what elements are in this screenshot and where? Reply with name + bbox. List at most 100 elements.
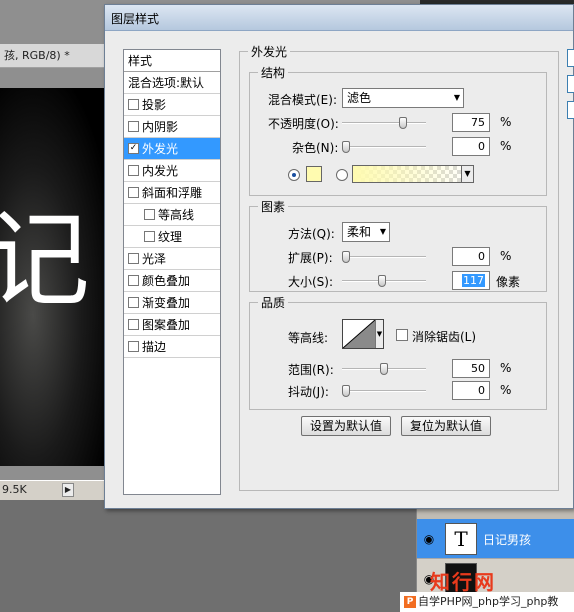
dialog-title: 图层样式 (111, 12, 160, 26)
style-list-item[interactable]: 渐变叠加 (124, 292, 220, 314)
style-list-header[interactable]: 样式 (124, 50, 220, 72)
slider-track (342, 122, 426, 124)
glow-color-swatch[interactable] (306, 166, 322, 182)
style-list-item-label: 内发光 (142, 164, 179, 178)
size-label: 大小(S): (288, 275, 334, 289)
doc-size-text: 9.5K (2, 483, 27, 496)
slider-thumb[interactable] (399, 117, 407, 129)
size-value: 117 (462, 274, 485, 287)
status-bar: 9.5K ▶ (0, 480, 110, 500)
checkbox-icon[interactable] (144, 231, 155, 242)
style-list-item-label: 外发光 (142, 142, 179, 156)
style-list-item-label: 描边 (142, 340, 167, 354)
style-list-item[interactable]: 斜面和浮雕 (124, 182, 220, 204)
size-slider[interactable] (342, 275, 426, 287)
slider-track (342, 390, 426, 392)
noise-slider[interactable] (342, 141, 426, 153)
opacity-slider[interactable] (342, 117, 426, 129)
range-slider[interactable] (342, 363, 426, 375)
style-list-item[interactable]: 内发光 (124, 160, 220, 182)
checkbox-icon[interactable] (128, 165, 139, 176)
style-list-item[interactable]: 混合选项:默认 (124, 72, 220, 94)
slider-thumb[interactable] (342, 141, 350, 153)
style-list-item[interactable]: 内阴影 (124, 116, 220, 138)
checkbox-icon[interactable] (128, 253, 139, 264)
jitter-input[interactable]: 0 (452, 381, 490, 400)
range-input[interactable]: 50 (452, 359, 490, 378)
cancel-button-edge[interactable] (567, 75, 574, 93)
style-list-item[interactable]: 图案叠加 (124, 314, 220, 336)
size-input[interactable]: 117 (452, 271, 490, 290)
ok-button-edge[interactable] (567, 49, 574, 67)
checkbox-icon[interactable] (128, 187, 139, 198)
contour-picker[interactable]: ▼ (342, 319, 384, 349)
opacity-label: 不透明度(O): (268, 117, 339, 131)
contour-label: 等高线: (288, 331, 329, 345)
checkbox-checked-icon[interactable]: ✓ (128, 143, 139, 154)
canvas-text: 记 (0, 199, 91, 321)
percent-unit: % (500, 139, 512, 153)
glow-gradient-picker[interactable]: ▼ (352, 165, 474, 183)
style-list-item[interactable]: 投影 (124, 94, 220, 116)
checkbox-icon[interactable] (128, 275, 139, 286)
style-list-item-label: 等高线 (158, 208, 195, 222)
structure-group: 结构 混合模式(E): 滤色 ▼ 不透明度(O): 75 % 杂色(N): 0 … (249, 64, 547, 196)
eye-icon[interactable]: ◉ (421, 531, 437, 547)
chevron-down-icon[interactable]: ▼ (375, 320, 383, 348)
slider-thumb[interactable] (342, 251, 350, 263)
technique-select[interactable]: 柔和 ▼ (342, 222, 390, 242)
blend-mode-value: 滤色 (347, 91, 372, 105)
percent-unit: % (500, 361, 512, 375)
spread-slider[interactable] (342, 251, 426, 263)
pixel-unit: 像素 (496, 275, 521, 289)
reset-default-button[interactable]: 复位为默认值 (401, 416, 491, 436)
slider-thumb[interactable] (377, 275, 386, 287)
slider-thumb[interactable] (380, 363, 388, 375)
slider-thumb[interactable] (342, 385, 350, 397)
noise-input[interactable]: 0 (452, 137, 490, 156)
spread-label: 扩展(P): (288, 251, 333, 265)
checkbox-icon[interactable] (128, 297, 139, 308)
checkbox-icon[interactable] (128, 99, 139, 110)
style-list-item[interactable]: 描边 (124, 336, 220, 358)
checkbox-icon[interactable] (128, 341, 139, 352)
checkbox-icon[interactable] (128, 121, 139, 132)
style-list-item[interactable]: 纹理 (124, 226, 220, 248)
elements-group: 图素 方法(Q): 柔和 ▼ 扩展(P): 0 % 大小(S): 117 像素 (249, 198, 547, 292)
play-arrow-icon[interactable]: ▶ (62, 483, 74, 497)
checkbox-icon[interactable] (128, 319, 139, 330)
range-label: 范围(R): (288, 363, 334, 377)
chevron-down-icon: ▼ (453, 93, 460, 102)
layer-name: 日记男孩 (483, 533, 532, 547)
chevron-down-icon[interactable]: ▼ (461, 166, 473, 182)
jitter-slider[interactable] (342, 385, 426, 397)
make-default-button[interactable]: 设置为默认值 (301, 416, 391, 436)
style-list-item[interactable]: ✓ 外发光 (124, 138, 220, 160)
blend-mode-select[interactable]: 滤色 ▼ (342, 88, 464, 108)
spread-input[interactable]: 0 (452, 247, 490, 266)
noise-label: 杂色(N): (292, 141, 339, 155)
elements-title: 图素 (258, 198, 289, 215)
percent-unit: % (500, 383, 512, 397)
checkbox-icon[interactable] (144, 209, 155, 220)
style-list-item-label: 渐变叠加 (142, 296, 191, 310)
gradient-radio[interactable] (336, 169, 348, 181)
anti-alias-checkbox[interactable] (396, 329, 408, 341)
style-list-item[interactable]: 光泽 (124, 248, 220, 270)
document-tab[interactable]: 孩, RGB/8) * (0, 44, 110, 68)
document-canvas[interactable]: 记 (0, 88, 110, 466)
layer-row[interactable]: ◉ T 日记男孩 (417, 519, 574, 559)
chevron-down-icon: ▼ (379, 227, 386, 236)
style-list-item-label: 内阴影 (142, 120, 179, 134)
jitter-label: 抖动(J): (288, 385, 329, 399)
new-style-button-edge[interactable] (567, 101, 574, 119)
solid-color-radio[interactable] (288, 169, 300, 181)
blend-mode-label: 混合模式(E): (268, 93, 337, 107)
dialog-titlebar[interactable]: 图层样式 (105, 5, 573, 31)
style-list-item[interactable]: 等高线 (124, 204, 220, 226)
style-list-item-label: 光泽 (142, 252, 167, 266)
style-list-item[interactable]: 颜色叠加 (124, 270, 220, 292)
percent-unit: % (500, 249, 512, 263)
opacity-input[interactable]: 75 (452, 113, 490, 132)
style-list: 样式 混合选项:默认 投影 内阴影 ✓ 外发光 内发光 斜面和浮雕 等高线 纹理 光泽 颜色叠加 渐变… (123, 49, 221, 495)
